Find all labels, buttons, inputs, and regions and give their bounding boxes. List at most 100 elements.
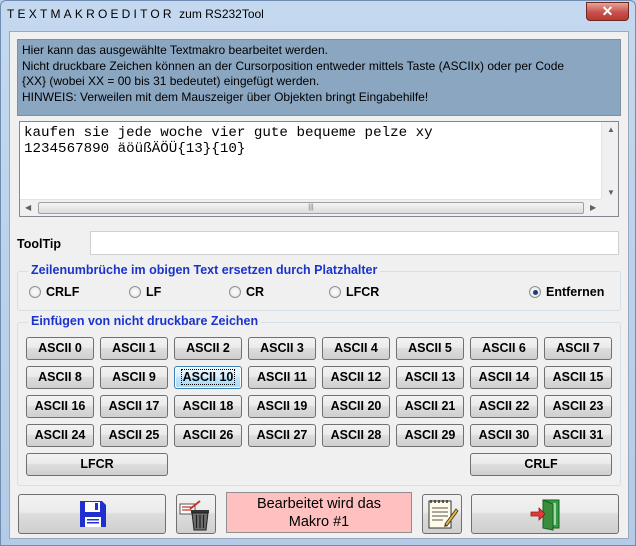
linebreak-group-title: Zeilenumbrüche im obigen Text ersetzen d…	[28, 263, 381, 277]
ascii-16-button[interactable]: ASCII 16	[26, 395, 94, 418]
insert-group-title: Einfügen von nicht druckbare Zeichen	[28, 314, 262, 328]
button-label: ASCII 22	[478, 399, 530, 413]
scroll-down-icon[interactable]: ▼	[607, 188, 615, 197]
status-panel: Bearbeitet wird das Makro #1	[226, 492, 412, 533]
button-label: ASCII 26	[182, 428, 234, 442]
exit-button[interactable]	[471, 494, 619, 534]
scroll-up-icon[interactable]: ▲	[607, 125, 615, 134]
ascii-2-button[interactable]: ASCII 2	[174, 337, 242, 360]
radio-circle-icon	[29, 286, 41, 298]
ascii-19-button[interactable]: ASCII 19	[248, 395, 316, 418]
exit-icon	[530, 499, 560, 531]
ascii-30-button[interactable]: ASCII 30	[470, 424, 538, 447]
button-label: ASCII 29	[404, 428, 456, 442]
radio-selected-icon	[529, 286, 541, 298]
horizontal-scrollbar[interactable]: ◀ ||| ▶	[20, 199, 602, 216]
save-icon	[80, 501, 106, 527]
button-label: ASCII 24	[34, 428, 86, 442]
button-label: ASCII 14	[478, 370, 530, 384]
button-label: ASCII 27	[256, 428, 308, 442]
ascii-22-button[interactable]: ASCII 22	[470, 395, 538, 418]
close-icon: ✕	[601, 3, 614, 19]
scroll-right-icon[interactable]: ▶	[590, 203, 596, 212]
editor-content[interactable]: kaufen sie jede woche vier gute bequeme …	[24, 125, 433, 157]
notepad-button[interactable]	[422, 494, 462, 534]
client-area: Hier kann das ausgewählte Textmakro bear…	[9, 31, 629, 539]
scroll-corner	[601, 199, 618, 216]
ascii-26-button[interactable]: ASCII 26	[174, 424, 242, 447]
ascii-5-button[interactable]: ASCII 5	[396, 337, 464, 360]
button-label: ASCII 23	[552, 399, 604, 413]
radio-crlf[interactable]: CRLF	[29, 285, 79, 299]
button-label: ASCII 15	[552, 370, 604, 384]
scrollbar-thumb[interactable]: |||	[38, 202, 584, 214]
button-label: ASCII 0	[38, 341, 82, 355]
radio-cr[interactable]: CR	[229, 285, 264, 299]
close-button[interactable]: ✕	[586, 2, 629, 21]
macro-text-editor[interactable]: kaufen sie jede woche vier gute bequeme …	[19, 121, 619, 217]
ascii-15-button[interactable]: ASCII 15	[544, 366, 612, 389]
ascii-28-button[interactable]: ASCII 28	[322, 424, 390, 447]
ascii-21-button[interactable]: ASCII 21	[396, 395, 464, 418]
button-label: ASCII 8	[38, 370, 82, 384]
scroll-left-icon[interactable]: ◀	[25, 203, 31, 212]
button-label: ASCII 2	[186, 341, 230, 355]
ascii-27-button[interactable]: ASCII 27	[248, 424, 316, 447]
button-label: ASCII 25	[108, 428, 160, 442]
button-label: ASCII 10	[180, 369, 236, 385]
ascii-9-button[interactable]: ASCII 9	[100, 366, 168, 389]
editor-line: 1234567890 äöüßÄÖÜ{13}{10}	[24, 141, 246, 157]
button-label: ASCII 31	[552, 428, 604, 442]
ascii-31-button[interactable]: ASCII 31	[544, 424, 612, 447]
radio-circle-icon	[129, 286, 141, 298]
ascii-12-button[interactable]: ASCII 12	[322, 366, 390, 389]
button-label: ASCII 3	[260, 341, 304, 355]
info-line: HINWEIS: Verweilen mit dem Mauszeiger üb…	[22, 89, 429, 104]
ascii-4-button[interactable]: ASCII 4	[322, 337, 390, 360]
button-label: ASCII 17	[108, 399, 160, 413]
save-button[interactable]	[18, 494, 166, 534]
info-line: Hier kann das ausgewählte Textmakro bear…	[22, 43, 328, 57]
lfcr-button[interactable]: LFCR	[26, 453, 168, 476]
ascii-6-button[interactable]: ASCII 6	[470, 337, 538, 360]
ascii-24-button[interactable]: ASCII 24	[26, 424, 94, 447]
ascii-8-button[interactable]: ASCII 8	[26, 366, 94, 389]
button-label: ASCII 4	[334, 341, 378, 355]
ascii-3-button[interactable]: ASCII 3	[248, 337, 316, 360]
ascii-1-button[interactable]: ASCII 1	[100, 337, 168, 360]
ascii-18-button[interactable]: ASCII 18	[174, 395, 242, 418]
radio-circle-icon	[229, 286, 241, 298]
radio-label: CRLF	[46, 285, 80, 299]
title-suffix: zum RS232Tool	[179, 7, 264, 21]
ascii-29-button[interactable]: ASCII 29	[396, 424, 464, 447]
ascii-23-button[interactable]: ASCII 23	[544, 395, 612, 418]
ascii-13-button[interactable]: ASCII 13	[396, 366, 464, 389]
radio-circle-icon	[329, 286, 341, 298]
ascii-14-button[interactable]: ASCII 14	[470, 366, 538, 389]
radio-lf[interactable]: LF	[129, 285, 161, 299]
radio-label: Entfernen	[546, 285, 605, 299]
ascii-17-button[interactable]: ASCII 17	[100, 395, 168, 418]
vertical-scrollbar[interactable]: ▲ ▼	[601, 122, 618, 200]
button-label: ASCII 5	[408, 341, 452, 355]
radio-lfcr[interactable]: LFCR	[329, 285, 379, 299]
button-label: ASCII 7	[556, 341, 600, 355]
tooltip-input[interactable]	[90, 231, 619, 255]
radio-label: LF	[146, 285, 162, 299]
ascii-10-button[interactable]: ASCII 10	[174, 366, 242, 389]
button-label: ASCII 28	[330, 428, 382, 442]
radio-label: CR	[246, 285, 265, 299]
window-title: TEXTMAKROEDITOR zum RS232Tool	[7, 7, 264, 25]
ascii-7-button[interactable]: ASCII 7	[544, 337, 612, 360]
ascii-0-button[interactable]: ASCII 0	[26, 337, 94, 360]
delete-button[interactable]	[176, 494, 216, 534]
button-label: ASCII 16	[34, 399, 86, 413]
radio-entfernen[interactable]: Entfernen	[529, 285, 604, 299]
button-label: ASCII 20	[330, 399, 382, 413]
ascii-20-button[interactable]: ASCII 20	[322, 395, 390, 418]
crlf-button[interactable]: CRLF	[470, 453, 612, 476]
button-label: ASCII 13	[404, 370, 456, 384]
ascii-11-button[interactable]: ASCII 11	[248, 366, 316, 389]
title-main: TEXTMAKROEDITOR	[7, 7, 175, 21]
ascii-25-button[interactable]: ASCII 25	[100, 424, 168, 447]
